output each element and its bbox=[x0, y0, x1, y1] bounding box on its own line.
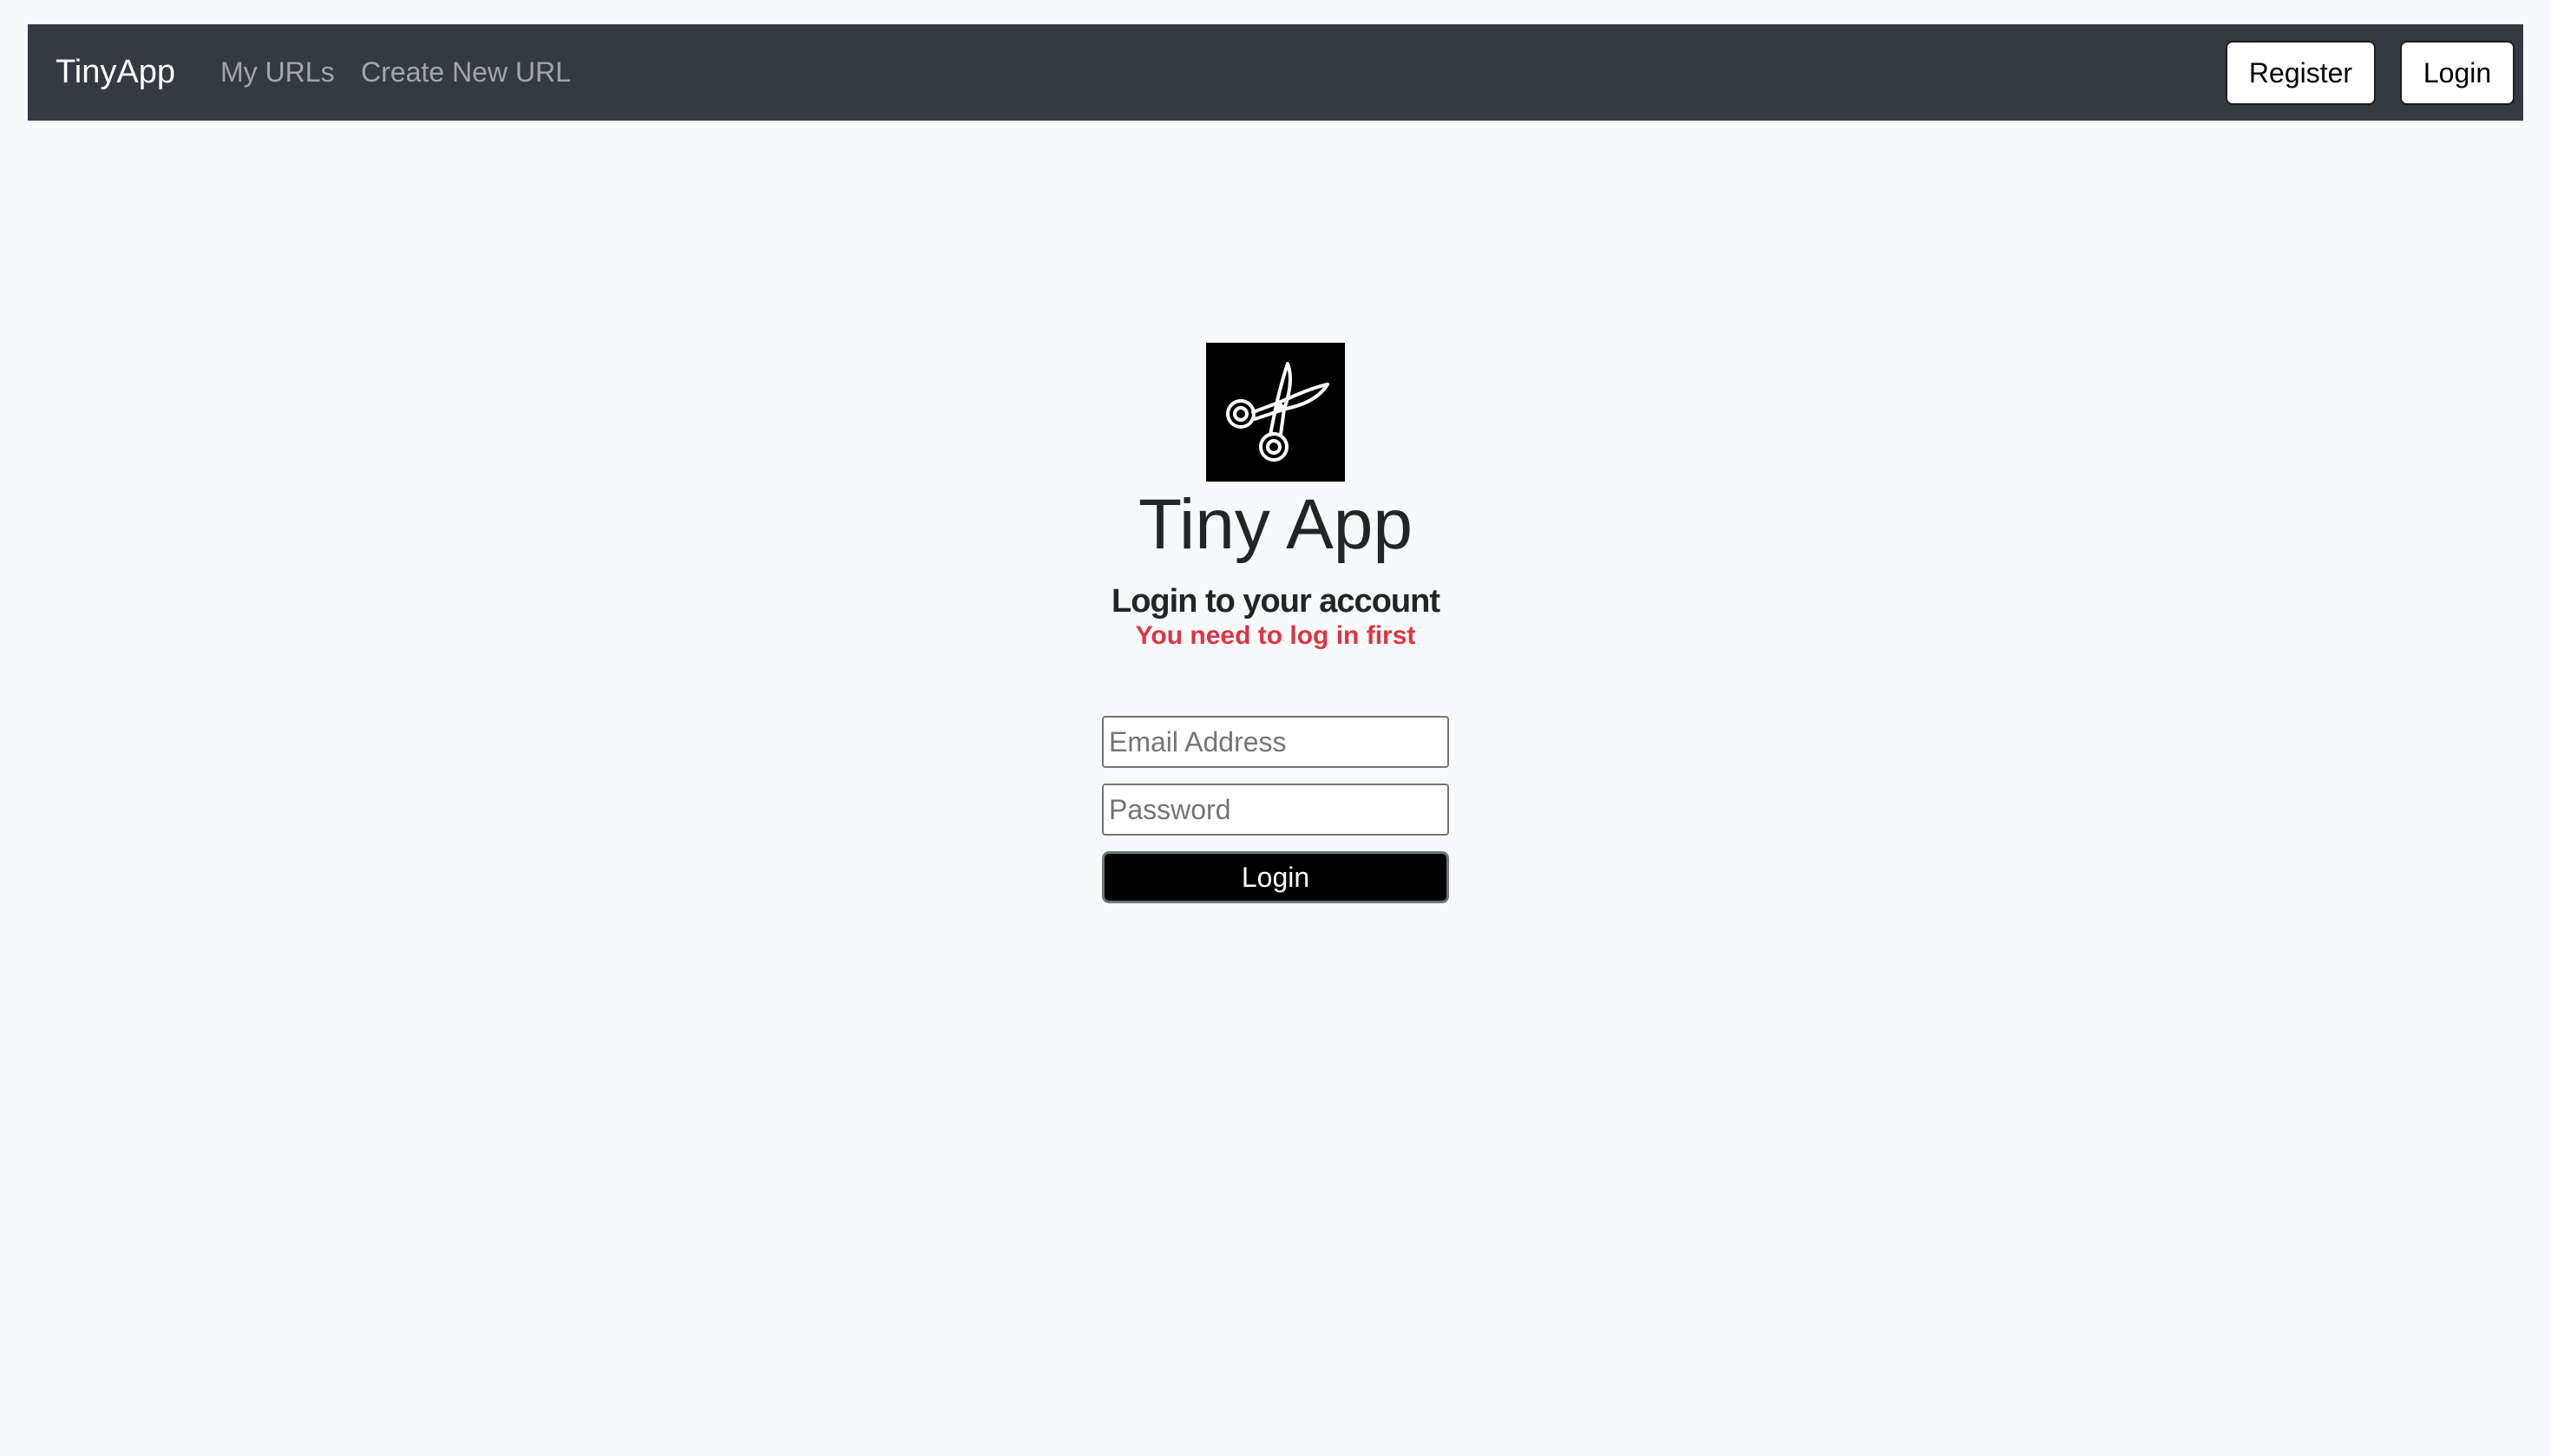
nav-login-button[interactable]: Login bbox=[2400, 41, 2515, 105]
nav-link-create-new-url[interactable]: Create New URL bbox=[361, 24, 571, 121]
brand-link[interactable]: TinyApp bbox=[56, 24, 175, 121]
password-field[interactable] bbox=[1102, 784, 1449, 836]
login-submit-button[interactable]: Login bbox=[1102, 851, 1449, 903]
register-button[interactable]: Register bbox=[2226, 41, 2376, 105]
email-field[interactable] bbox=[1102, 716, 1449, 768]
app-title: Tiny App bbox=[1138, 485, 1413, 564]
nav-link-my-urls[interactable]: My URLs bbox=[220, 24, 335, 121]
scissors-icon bbox=[1226, 362, 1329, 462]
error-message: You need to log in first bbox=[1135, 621, 1416, 650]
app-logo bbox=[1206, 343, 1345, 482]
login-subtitle: Login to your account bbox=[1112, 583, 1440, 620]
top-navbar: TinyApp My URLs Create New URL Register … bbox=[28, 24, 2523, 121]
